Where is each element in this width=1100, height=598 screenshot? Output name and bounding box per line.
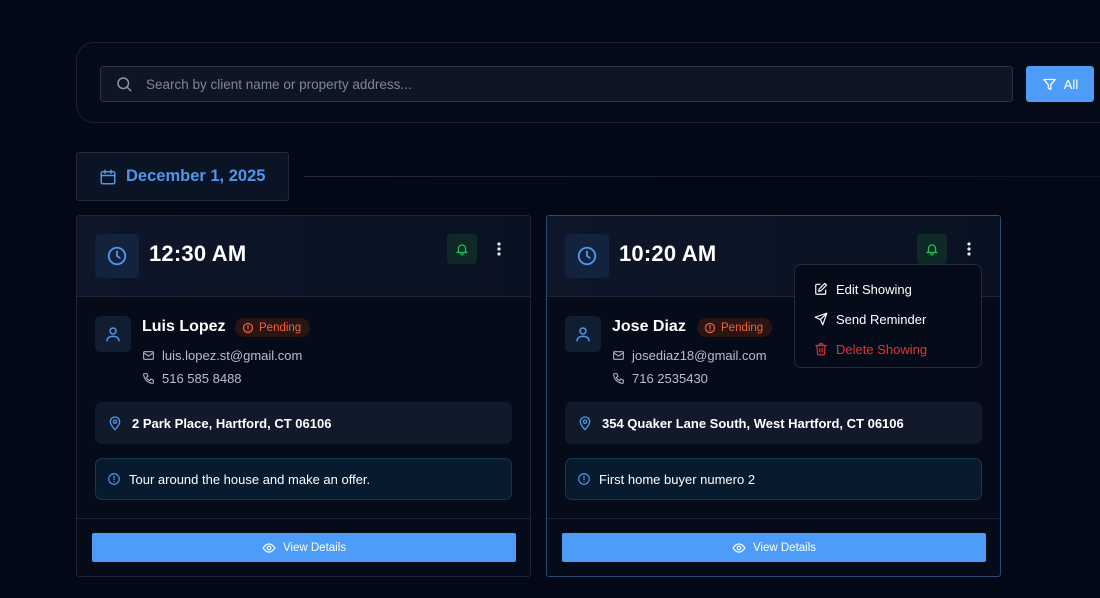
card-divider bbox=[77, 518, 530, 519]
search-input[interactable] bbox=[144, 75, 1012, 93]
alert-icon bbox=[242, 322, 254, 333]
showing-time: 12:30 AM bbox=[149, 241, 247, 266]
address-box: 354 Quaker Lane South, West Hartford, CT… bbox=[565, 402, 982, 444]
client-name: Luis Lopez bbox=[142, 318, 226, 335]
more-vertical-icon bbox=[497, 242, 501, 256]
map-pin-icon bbox=[579, 416, 591, 431]
menu-item-edit-showing[interactable]: Edit Showing bbox=[795, 274, 981, 304]
note-box: First home buyer numero 2 bbox=[565, 458, 982, 500]
view-details-label: View Details bbox=[752, 541, 817, 554]
client-phone: 516 585 8488 bbox=[162, 371, 242, 386]
calendar-icon bbox=[99, 168, 117, 186]
mail-icon bbox=[613, 351, 624, 360]
client-name: Jose Diaz bbox=[612, 318, 686, 335]
options-menu: Edit Showing Send Reminder Delete Showin… bbox=[794, 264, 982, 368]
filter-label: All bbox=[1063, 76, 1079, 92]
showing-note: Tour around the house and make an offer. bbox=[129, 471, 371, 487]
showing-note: First home buyer numero 2 bbox=[599, 471, 756, 487]
phone-icon bbox=[143, 373, 154, 384]
menu-item-label: Delete Showing bbox=[836, 341, 928, 357]
send-icon bbox=[814, 312, 828, 326]
view-details-button[interactable]: View Details bbox=[562, 533, 986, 562]
menu-item-delete-showing[interactable]: Delete Showing bbox=[795, 334, 981, 364]
clock-icon bbox=[95, 234, 139, 278]
eye-icon bbox=[732, 542, 746, 553]
date-divider bbox=[304, 176, 1100, 177]
reminder-bell-button[interactable] bbox=[447, 234, 477, 264]
edit-icon bbox=[815, 282, 828, 295]
status-label: Pending bbox=[259, 321, 302, 334]
menu-item-send-reminder[interactable]: Send Reminder bbox=[795, 304, 981, 334]
card-divider bbox=[547, 518, 1000, 519]
more-options-button[interactable] bbox=[488, 236, 510, 262]
property-address: 2 Park Place, Hartford, CT 06106 bbox=[132, 415, 332, 431]
phone-icon bbox=[613, 373, 624, 384]
more-vertical-icon bbox=[967, 242, 971, 256]
bell-icon bbox=[455, 244, 469, 256]
search-icon bbox=[115, 75, 133, 93]
clock-icon bbox=[565, 234, 609, 278]
search-panel: All bbox=[76, 42, 1100, 123]
alert-icon bbox=[704, 322, 716, 333]
filter-icon bbox=[1042, 77, 1057, 92]
client-email: luis.lopez.st@gmail.com bbox=[162, 348, 303, 363]
date-label: December 1, 2025 bbox=[126, 167, 266, 185]
email-row: luis.lopez.st@gmail.com bbox=[142, 348, 302, 363]
user-icon bbox=[565, 316, 601, 352]
note-box: Tour around the house and make an offer. bbox=[95, 458, 512, 500]
address-box: 2 Park Place, Hartford, CT 06106 bbox=[95, 402, 512, 444]
info-icon bbox=[108, 473, 120, 485]
filter-button[interactable]: All bbox=[1026, 66, 1094, 102]
map-pin-icon bbox=[109, 416, 121, 431]
bell-icon bbox=[925, 244, 939, 256]
date-header: December 1, 2025 bbox=[76, 152, 289, 201]
eye-icon bbox=[262, 542, 276, 553]
status-badge: Pending bbox=[697, 318, 773, 337]
phone-row: 716 2535430 bbox=[612, 371, 708, 386]
more-options-button[interactable] bbox=[958, 236, 980, 262]
showing-card: 12:30 AM Luis Lopez Pending luis.lopez.s… bbox=[76, 215, 531, 577]
email-row: josediaz18@gmail.com bbox=[612, 348, 767, 363]
search-box[interactable] bbox=[100, 66, 1013, 102]
view-details-label: View Details bbox=[282, 541, 347, 554]
menu-item-label: Edit Showing bbox=[836, 281, 912, 297]
mail-icon bbox=[143, 351, 154, 360]
card-header: 12:30 AM bbox=[77, 216, 530, 297]
trash-icon bbox=[815, 343, 827, 356]
menu-item-label: Send Reminder bbox=[836, 311, 927, 327]
view-details-button[interactable]: View Details bbox=[92, 533, 516, 562]
user-icon bbox=[95, 316, 131, 352]
status-badge: Pending bbox=[235, 318, 311, 337]
showing-time: 10:20 AM bbox=[619, 241, 717, 266]
client-phone: 716 2535430 bbox=[632, 371, 708, 386]
reminder-bell-button[interactable] bbox=[917, 234, 947, 264]
info-icon bbox=[578, 473, 590, 485]
client-email: josediaz18@gmail.com bbox=[632, 348, 767, 363]
status-label: Pending bbox=[721, 321, 764, 334]
phone-row: 516 585 8488 bbox=[142, 371, 242, 386]
property-address: 354 Quaker Lane South, West Hartford, CT… bbox=[602, 415, 904, 431]
